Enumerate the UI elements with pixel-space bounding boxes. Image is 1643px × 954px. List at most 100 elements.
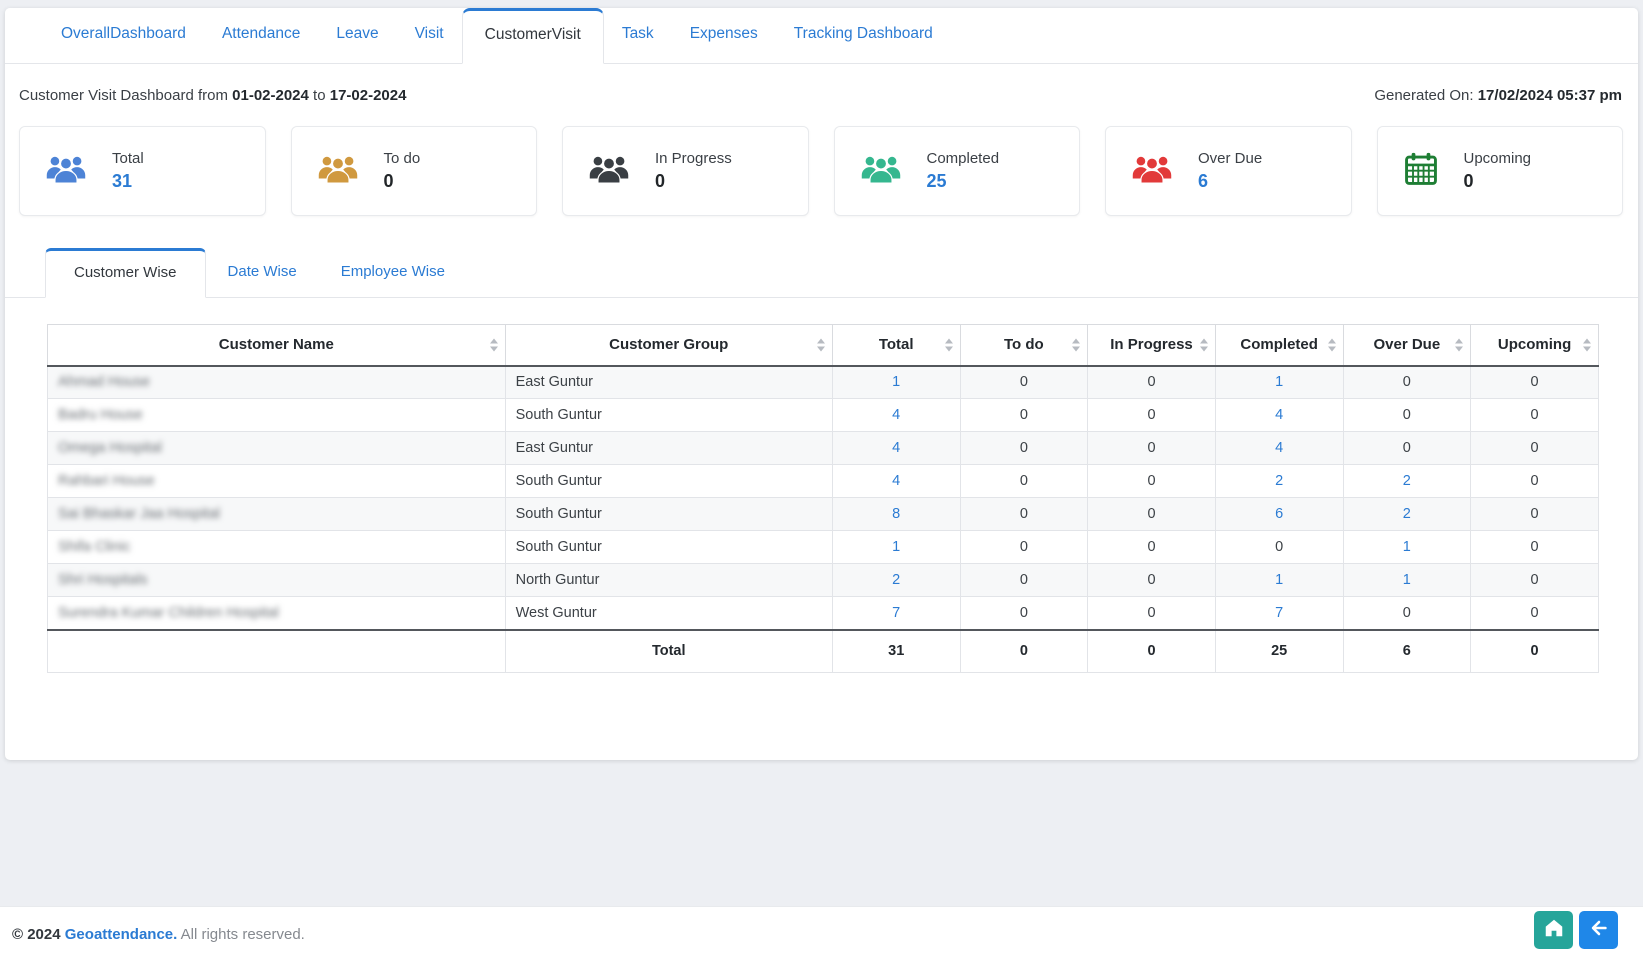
value-link[interactable]: 1	[1403, 539, 1411, 555]
customer-name: Shri Hospitals	[58, 572, 147, 588]
tab-attendance[interactable]: Attendance	[204, 25, 318, 63]
value-link[interactable]: 1	[1275, 572, 1283, 588]
value-cell: 0	[1215, 531, 1343, 564]
col-total[interactable]: Total	[832, 325, 960, 366]
tab-customervisit[interactable]: CustomerVisit	[462, 8, 604, 64]
copyright-text: All rights reserved.	[181, 926, 305, 943]
value-link[interactable]: 1	[1403, 572, 1411, 588]
sort-icon[interactable]	[817, 338, 825, 351]
dashboard-card: OverallDashboardAttendanceLeaveVisitCust…	[5, 8, 1638, 760]
value-cell: 0	[1088, 399, 1216, 432]
tab-employee-wise[interactable]: Employee Wise	[319, 263, 467, 297]
col-to-do[interactable]: To do	[960, 325, 1088, 366]
value-link[interactable]: 4	[1275, 407, 1283, 423]
value-cell: 0	[960, 564, 1088, 597]
customer-name-cell: Ahmad House	[48, 366, 506, 399]
value-cell: 0	[960, 399, 1088, 432]
summary-card-text: In Progress0	[655, 150, 732, 192]
tab-task[interactable]: Task	[604, 25, 672, 63]
tab-leave[interactable]: Leave	[318, 25, 396, 63]
summary-card-label: To do	[384, 150, 421, 167]
value-link[interactable]: 8	[892, 506, 900, 522]
tab-customer-wise[interactable]: Customer Wise	[45, 248, 206, 298]
value-link[interactable]: 1	[892, 539, 900, 555]
tab-overalldashboard[interactable]: OverallDashboard	[43, 25, 204, 63]
value-cell: 0	[960, 432, 1088, 465]
value-cell: 0	[1471, 399, 1599, 432]
value-link[interactable]: 4	[892, 407, 900, 423]
customer-group-cell: East Guntur	[505, 366, 832, 399]
tab-visit[interactable]: Visit	[397, 25, 462, 63]
dashboard-header: Customer Visit Dashboard from 01-02-2024…	[5, 64, 1638, 104]
value-link[interactable]: 7	[1275, 605, 1283, 621]
summary-card-over-due: Over Due6	[1105, 126, 1352, 216]
value-link[interactable]: 7	[892, 605, 900, 621]
sort-icon[interactable]	[1072, 338, 1080, 351]
users-icon	[1132, 153, 1172, 189]
home-icon	[1543, 917, 1565, 942]
sort-icon[interactable]	[490, 338, 498, 351]
sort-icon[interactable]	[1200, 338, 1208, 351]
tab-date-wise[interactable]: Date Wise	[206, 263, 319, 297]
total-value-cell: 0	[1471, 630, 1599, 673]
brand-link[interactable]: Geoattendance.	[65, 926, 178, 943]
customer-name-cell: Shri Hospitals	[48, 564, 506, 597]
value-cell: 0	[1471, 597, 1599, 630]
value-link[interactable]: 1	[1275, 374, 1283, 390]
value-link[interactable]: 2	[1403, 473, 1411, 489]
value-link[interactable]: 1	[892, 374, 900, 390]
summary-card-label: Over Due	[1198, 150, 1262, 167]
sort-icon[interactable]	[1328, 338, 1336, 351]
value-cell: 0	[1088, 564, 1216, 597]
value-cell: 0	[960, 597, 1088, 630]
col-in-progress[interactable]: In Progress	[1088, 325, 1216, 366]
value-link[interactable]: 6	[1275, 506, 1283, 522]
customer-name-cell: Shifa Clinic	[48, 531, 506, 564]
summary-card-label: Total	[112, 150, 144, 167]
value-cell: 0	[1088, 597, 1216, 630]
customer-group-cell: South Guntur	[505, 399, 832, 432]
col-over-due[interactable]: Over Due	[1343, 325, 1471, 366]
value-link[interactable]: 4	[892, 473, 900, 489]
table-body: Ahmad HouseEast Guntur100100Badru HouseS…	[48, 366, 1599, 630]
column-label: Upcoming	[1498, 336, 1571, 353]
col-upcoming[interactable]: Upcoming	[1471, 325, 1599, 366]
value-link[interactable]: 2	[1403, 506, 1411, 522]
summary-card-to-do: To do0	[291, 126, 538, 216]
column-label: Completed	[1240, 336, 1318, 353]
value-cell: 1	[832, 531, 960, 564]
date-from: 01-02-2024	[232, 87, 309, 104]
tab-tracking-dashboard[interactable]: Tracking Dashboard	[776, 25, 951, 63]
value-cell: 0	[1088, 465, 1216, 498]
value-cell: 7	[832, 597, 960, 630]
sort-icon[interactable]	[945, 338, 953, 351]
users-icon	[861, 153, 901, 189]
title-prefix: Customer Visit Dashboard from	[19, 87, 228, 104]
summary-cards: Total31 To do0 In Progress0 Completed25 …	[19, 126, 1623, 216]
back-button[interactable]	[1579, 911, 1618, 949]
value-link[interactable]: 4	[892, 440, 900, 456]
value-cell: 0	[960, 465, 1088, 498]
sort-icon[interactable]	[1455, 338, 1463, 351]
value-link[interactable]: 2	[892, 572, 900, 588]
value-link[interactable]: 2	[1275, 473, 1283, 489]
copyright: © 2024 Geoattendance. All rights reserve…	[12, 926, 305, 943]
home-button[interactable]	[1534, 911, 1573, 949]
customer-group-cell: East Guntur	[505, 432, 832, 465]
customer-name: Badru House	[58, 407, 143, 423]
value-link[interactable]: 4	[1275, 440, 1283, 456]
value-cell: 0	[1471, 465, 1599, 498]
col-completed[interactable]: Completed	[1215, 325, 1343, 366]
tab-expenses[interactable]: Expenses	[672, 25, 776, 63]
users-icon	[46, 153, 86, 189]
value-cell: 0	[1471, 498, 1599, 531]
summary-card-text: To do0	[384, 150, 421, 192]
table-row: Badru HouseSouth Guntur400400	[48, 399, 1599, 432]
table-header-row: Customer NameCustomer GroupTotalTo doIn …	[48, 325, 1599, 366]
col-customer-name[interactable]: Customer Name	[48, 325, 506, 366]
summary-card-completed: Completed25	[834, 126, 1081, 216]
col-customer-group[interactable]: Customer Group	[505, 325, 832, 366]
column-label: Over Due	[1373, 336, 1440, 353]
title-joiner: to	[313, 87, 326, 104]
sort-icon[interactable]	[1583, 338, 1591, 351]
